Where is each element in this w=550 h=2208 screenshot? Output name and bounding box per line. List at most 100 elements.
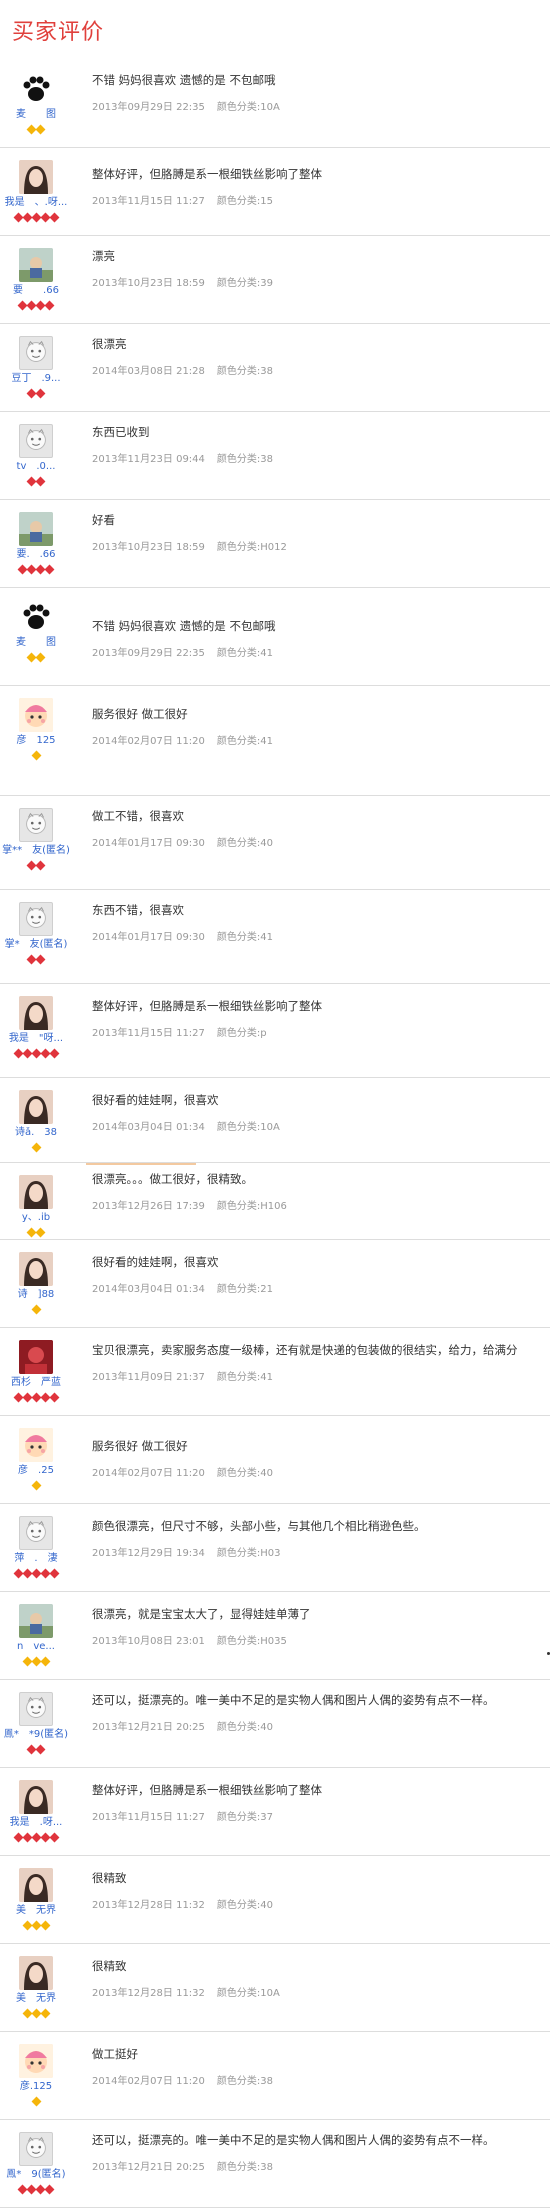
- red-heart-icon: [40, 212, 50, 223]
- review-sku-spec: 颜色分类:41: [216, 736, 273, 747]
- reviewer-nickname[interactable]: 麦 图: [0, 109, 72, 121]
- gold-diamond-icon: [31, 1920, 41, 1931]
- review-meta: 2014年01月17日 09:30 颜色分类:41: [92, 928, 544, 943]
- user-photo-icon[interactable]: [19, 1175, 53, 1209]
- user-photo-icon[interactable]: [19, 512, 53, 546]
- review-meta: 2014年03月08日 21:28 颜色分类:38: [92, 362, 544, 377]
- reviewer-nickname[interactable]: 彦 .25: [0, 1465, 72, 1477]
- reviewer-info: 我是 .呀...: [0, 1780, 72, 1843]
- user-photo-icon[interactable]: [19, 248, 53, 282]
- default-avatar-icon[interactable]: [19, 902, 53, 936]
- red-heart-icon: [44, 564, 55, 575]
- reviewer-nickname[interactable]: 诗ǎ. 38: [0, 1127, 72, 1139]
- review-text: 不错 妈妈很喜欢 遗憾的是 不包邮哦: [92, 73, 276, 87]
- cartoon-avatar-icon[interactable]: [19, 2044, 53, 2078]
- review-text: 很精致: [92, 1959, 127, 1973]
- reviewer-nickname[interactable]: 豆丁 .9...: [0, 373, 72, 385]
- reviewer-credit-badges: [0, 1743, 72, 1755]
- reviewer-nickname[interactable]: y、.ib: [0, 1212, 72, 1224]
- review-date: 2013年10月23日 18:59: [92, 542, 205, 553]
- reviewer-nickname[interactable]: 我是 .呀...: [0, 1817, 72, 1829]
- user-photo-icon[interactable]: [19, 160, 53, 194]
- reviewer-nickname[interactable]: tv .0...: [0, 461, 72, 473]
- red-heart-icon: [40, 1392, 50, 1403]
- reviewer-nickname[interactable]: n ve...: [0, 1641, 72, 1653]
- user-photo-icon[interactable]: [19, 1780, 53, 1814]
- review-text: 很漂亮: [92, 337, 127, 351]
- reviewer-credit-badges: [0, 651, 72, 663]
- reviewer-nickname[interactable]: 麦 图: [0, 637, 72, 649]
- reviewer-info: 要 .66: [0, 248, 72, 311]
- review-content: 很好看的娃娃啊，很喜欢 2014年03月04日 01:34 颜色分类:10A: [92, 1092, 544, 1133]
- reviewer-nickname[interactable]: 掌** 友(匿名): [0, 845, 72, 857]
- reviewer-nickname[interactable]: 诗 ]88: [0, 1289, 72, 1301]
- review-date: 2013年10月08日 23:01: [92, 1636, 205, 1647]
- reviewer-nickname[interactable]: 萍 . 淒: [0, 1553, 72, 1565]
- review-item: 我是 "呀... 整体好评，但胳膊是系一根细铁丝影响了整体 2013年11月15日 …: [0, 984, 550, 1078]
- review-date: 2014年02月07日 11:20: [92, 1468, 205, 1479]
- default-avatar-icon[interactable]: [19, 2132, 53, 2166]
- red-heart-icon: [49, 1392, 59, 1403]
- user-photo-icon[interactable]: [19, 1956, 53, 1990]
- review-meta: 2014年01月17日 09:30 颜色分类:40: [92, 834, 544, 849]
- reviewer-credit-badges: [0, 1655, 72, 1667]
- reviewer-nickname[interactable]: 要. .66: [0, 549, 72, 561]
- gold-diamond-icon: [35, 1227, 46, 1238]
- user-photo-icon[interactable]: [19, 1868, 53, 1902]
- review-text: 东西不错，很喜欢: [92, 903, 184, 917]
- review-sku-spec: 颜色分类:41: [216, 932, 273, 943]
- reviewer-nickname[interactable]: 美 无界: [0, 1993, 72, 2005]
- paw-icon[interactable]: [19, 600, 53, 634]
- review-sku-spec: 颜色分类:10A: [216, 1122, 280, 1133]
- review-sku-spec: 颜色分类:38: [216, 366, 273, 377]
- cartoon-avatar-icon[interactable]: [19, 1428, 53, 1462]
- reviewer-nickname[interactable]: 西杉 严蓝: [0, 1377, 72, 1389]
- red-heart-icon: [31, 1832, 41, 1843]
- review-sku-spec: 颜色分类:40: [216, 1900, 273, 1911]
- user-photo-icon[interactable]: [19, 1252, 53, 1286]
- gold-diamond-icon: [31, 1304, 41, 1315]
- default-avatar-icon[interactable]: [19, 336, 53, 370]
- reviewer-credit-badges: [0, 1831, 72, 1843]
- reviewer-info: 我是 "呀...: [0, 996, 72, 1059]
- reviewer-nickname[interactable]: 要 .66: [0, 285, 72, 297]
- review-text: 很漂亮。。。做工很好，很精致。: [92, 1172, 253, 1186]
- review-meta: 2013年12月21日 20:25 颜色分类:40: [92, 1718, 544, 1733]
- user-photo-icon[interactable]: [19, 996, 53, 1030]
- reviewer-credit-badges: [0, 1919, 72, 1931]
- default-avatar-icon[interactable]: [19, 424, 53, 458]
- reviewer-credit-badges: [0, 1303, 72, 1315]
- gold-diamond-icon: [22, 2008, 32, 2019]
- reviewer-nickname[interactable]: 彦.125: [0, 2081, 72, 2093]
- default-avatar-icon[interactable]: [19, 1516, 53, 1550]
- reviewer-info: 诗 ]88: [0, 1252, 72, 1315]
- red-heart-icon: [35, 388, 46, 399]
- default-avatar-icon[interactable]: [19, 1692, 53, 1726]
- cartoon-avatar-icon[interactable]: [19, 698, 53, 732]
- review-text: 漂亮: [92, 249, 115, 263]
- review-meta: 2013年12月21日 20:25 颜色分类:38: [92, 2158, 544, 2173]
- default-avatar-icon[interactable]: [19, 808, 53, 842]
- review-date: 2013年12月21日 20:25: [92, 2162, 205, 2173]
- reviewer-nickname[interactable]: 鳯* 9(匿名): [0, 2169, 72, 2181]
- reviewer-info: 彦.125: [0, 2044, 72, 2107]
- red-heart-icon: [31, 1392, 41, 1403]
- reviewer-credit-badges: [0, 1047, 72, 1059]
- reviewer-nickname[interactable]: 美 无界: [0, 1905, 72, 1917]
- reviewer-info: 彦 .25: [0, 1428, 72, 1491]
- user-photo-icon[interactable]: [19, 1340, 53, 1374]
- reviewer-nickname[interactable]: 鳯* *9(匿名): [0, 1729, 72, 1741]
- reviewer-nickname[interactable]: 我是 "呀...: [0, 1033, 72, 1045]
- reviewer-credit-badges: [0, 387, 72, 399]
- reviewer-nickname[interactable]: 我是 、.呀...: [0, 197, 72, 209]
- row-separator-accent: [86, 1163, 196, 1165]
- review-meta: 2013年09月29日 22:35 颜色分类:41: [92, 644, 544, 659]
- user-photo-icon[interactable]: [19, 1604, 53, 1638]
- reviewer-nickname[interactable]: 彦 125: [0, 735, 72, 747]
- reviewer-nickname[interactable]: 掌* 友(匿名): [0, 939, 72, 951]
- review-sku-spec: 颜色分类:15: [216, 196, 273, 207]
- user-photo-icon[interactable]: [19, 1090, 53, 1124]
- paw-icon[interactable]: [19, 72, 53, 106]
- review-meta: 2014年02月07日 11:20 颜色分类:41: [92, 732, 544, 747]
- red-heart-icon: [13, 1392, 23, 1403]
